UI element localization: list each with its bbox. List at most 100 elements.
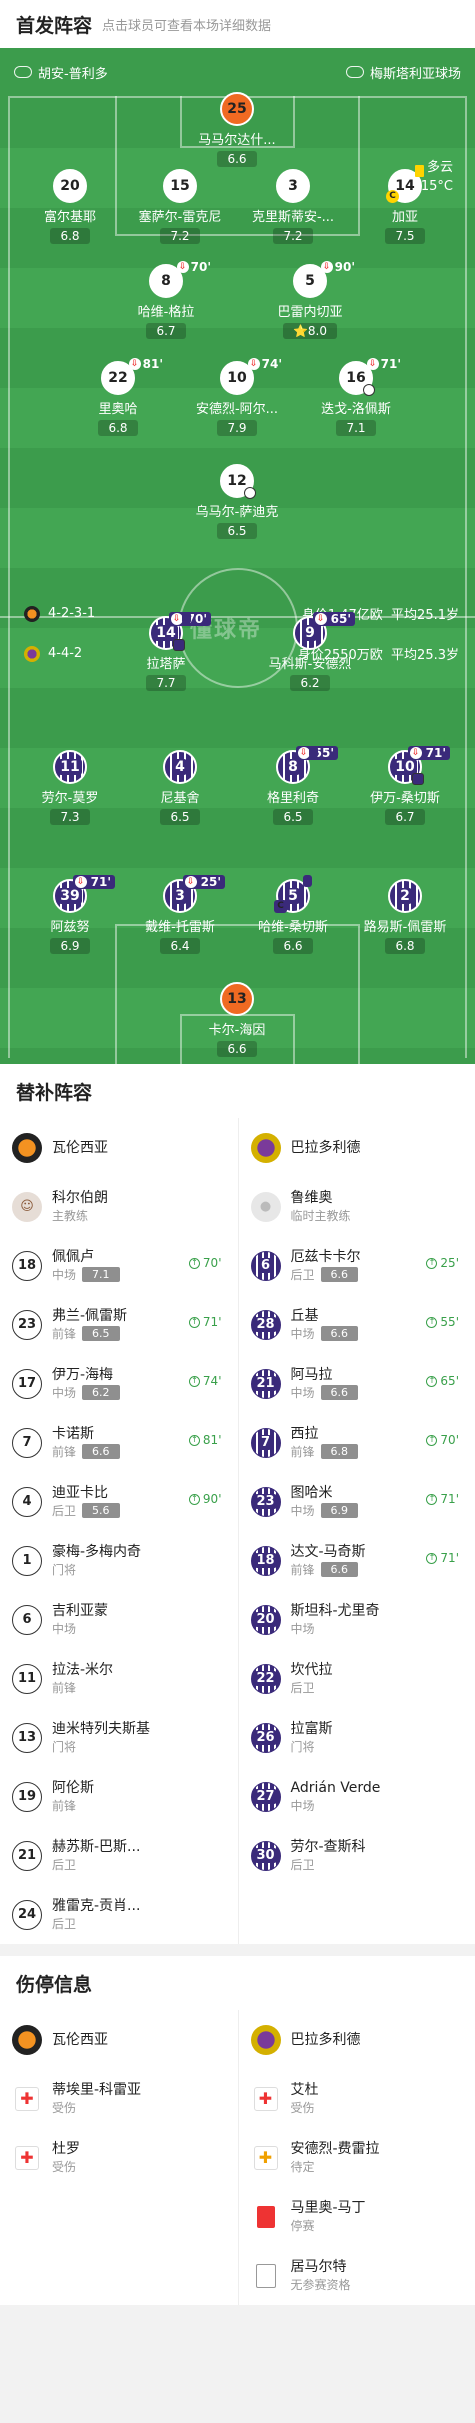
home-coach[interactable]: ☺ 科尔伯朗 主教练 xyxy=(12,1177,226,1236)
sub-on-icon: ↑ xyxy=(426,1552,438,1564)
home-player[interactable]: 3 克里斯蒂安-... 7.2 xyxy=(241,169,345,244)
home-player[interactable]: 16 ⇩ 71' 迭戈-洛佩斯 7.1 xyxy=(304,357,408,436)
sub-on-icon: ↑ xyxy=(188,1493,200,1505)
player-rating: 6.6 xyxy=(320,1326,359,1341)
yellow-card-icon xyxy=(303,875,312,887)
away-coach[interactable]: ● 鲁维奥 临时主教练 xyxy=(250,1177,464,1236)
player-number: 20 xyxy=(53,169,87,203)
player-number: 22 xyxy=(250,1663,281,1694)
pitch: 胡安-普利多 梅斯塔利亚球场 多云 15°C 懂球帝 4-2-3-1 身价1.4… xyxy=(0,48,475,1064)
home-player[interactable]: 22 ⇩ 81' 里奥哈 6.8 xyxy=(66,357,170,436)
sub-player-row[interactable]: 20 斯坦科-尤里奇 中场 xyxy=(250,1590,464,1649)
player-number: 6 xyxy=(250,1250,281,1281)
injury-row[interactable]: ✚ 艾杜 受伤 xyxy=(251,2069,464,2128)
player-rating: 6.6 xyxy=(320,1562,359,1577)
sub-player-row[interactable]: 13 迪米特列夫斯基 门将 xyxy=(12,1708,226,1767)
player-name: 富尔基耶 xyxy=(43,210,96,225)
sub-player-row[interactable]: 17 伊万-海梅 中场 6.2 ↑ 74' xyxy=(12,1354,226,1413)
player-name: Adrián Verde xyxy=(290,1779,381,1796)
sub-player-row[interactable]: 21 阿马拉 中场 6.6 ↑ 65' xyxy=(250,1354,464,1413)
away-player[interactable]: 8 ⇩ 55' 格里利奇 6.5 xyxy=(241,746,345,825)
player-rating: 6.6 xyxy=(273,938,313,954)
page-subtitle: 点击球员可查看本场详细数据 xyxy=(102,18,272,34)
injury-status: 受伤 xyxy=(52,2159,77,2174)
player-name: 路易斯-佩雷斯 xyxy=(363,920,447,935)
home-player[interactable]: 25 马马尔达什... 6.6 xyxy=(185,92,289,167)
player-name: 安德烈-阿尔... xyxy=(195,402,279,417)
player-name: 丘基 xyxy=(290,1307,319,1324)
sub-player-row[interactable]: 1 豪梅-多梅内奇 门将 xyxy=(12,1531,226,1590)
sub-player-row[interactable]: 19 阿伦斯 前锋 xyxy=(12,1767,226,1826)
red-card-icon xyxy=(256,2205,275,2228)
player-position: 后卫 xyxy=(290,1267,315,1282)
injury-status: 受伤 xyxy=(52,2100,77,2115)
player-name: 塞萨尔-雷克尼 xyxy=(138,210,222,225)
player-rating: 6.8 xyxy=(50,228,90,244)
injury-row[interactable]: ✚ 杜罗 受伤 xyxy=(12,2128,226,2187)
sub-player-row[interactable]: 18 达文-马奇斯 前锋 6.6 ↑ 71' xyxy=(250,1531,464,1590)
away-player[interactable]: 3 ⇩ 25' 戴维-托雷斯 6.4 xyxy=(128,875,232,954)
player-name: 加亚 xyxy=(391,210,418,225)
sub-player-row[interactable]: 30 劳尔-查斯科 后卫 xyxy=(250,1826,464,1885)
player-name: 吉利亚蒙 xyxy=(52,1602,108,1619)
sub-player-row[interactable]: 11 拉法-米尔 前锋 xyxy=(12,1649,226,1708)
away-player[interactable]: 14 ⇩ 70' 拉塔萨 7.7 xyxy=(114,612,218,691)
away-player[interactable]: 13 卡尔-海因 6.6 xyxy=(185,982,289,1057)
away-player[interactable]: 39 ⇩ 71' 阿兹努 6.9 xyxy=(18,875,122,954)
player-name: 巴雷内切亚 xyxy=(277,305,343,320)
away-player[interactable]: 10 ⇩ 71' 伊万-桑切斯 6.7 xyxy=(353,746,457,825)
away-player[interactable]: 5 C 哈维-桑切斯 6.6 xyxy=(241,875,345,954)
sub-on-indicator: ↑ 71' xyxy=(188,1315,222,1329)
player-position: 前锋 xyxy=(52,1444,77,1459)
injuries-away-team: 巴拉多利德 xyxy=(250,2010,464,2069)
player-number: 13 xyxy=(220,982,254,1016)
injury-row[interactable]: ✚ 蒂埃里-科雷亚 受伤 xyxy=(12,2069,226,2128)
injury-row[interactable]: 居马尔特 无参赛资格 xyxy=(251,2246,464,2305)
sub-off-icon: ⇩ 81' xyxy=(128,357,163,371)
away-player[interactable]: 2 路易斯-佩雷斯 6.8 xyxy=(353,879,457,954)
away-player[interactable]: 4 尼基舍 6.5 xyxy=(128,750,232,825)
sub-player-row[interactable]: 27 Adrián Verde 中场 xyxy=(250,1767,464,1826)
sub-player-row[interactable]: 6 吉利亚蒙 中场 xyxy=(12,1590,226,1649)
sub-player-row[interactable]: 7 卡诺斯 前锋 6.6 ↑ 81' xyxy=(12,1413,226,1472)
sub-player-row[interactable]: 26 拉富斯 门将 xyxy=(250,1708,464,1767)
sub-player-row[interactable]: 18 佩佩卢 中场 7.1 ↑ 70' xyxy=(12,1236,226,1295)
player-name: 拉富斯 xyxy=(290,1720,333,1737)
player-rating: 6.5 xyxy=(160,809,200,825)
player-position: 中场 xyxy=(52,1621,77,1636)
injury-row[interactable]: 马里奥-马丁 停赛 xyxy=(251,2187,464,2246)
goal-ball-icon xyxy=(244,487,256,499)
player-name: 乌马尔-萨迪克 xyxy=(195,505,279,520)
injuries-home-team: 瓦伦西亚 xyxy=(12,2010,226,2069)
sub-player-row[interactable]: 7 西拉 前锋 6.8 ↑ 70' xyxy=(250,1413,464,1472)
sub-player-row[interactable]: 28 丘基 中场 6.6 ↑ 55' xyxy=(250,1295,464,1354)
player-number: 12 xyxy=(220,464,256,499)
sub-on-indicator: ↑ 74' xyxy=(188,1374,222,1388)
player-name: 赫苏斯-巴斯... xyxy=(52,1838,141,1855)
home-player[interactable]: 5 ⇩ 90' 巴雷内切亚 ⭐8.0 xyxy=(258,260,362,339)
home-player[interactable]: 12 乌马尔-萨迪克 6.5 xyxy=(185,464,289,539)
player-name: 图哈米 xyxy=(290,1484,333,1501)
player-position: 中场 xyxy=(290,1798,315,1813)
player-rating: 5.6 xyxy=(82,1503,120,1518)
home-player[interactable]: 8 ⇩ 70' 哈维-格拉 6.7 xyxy=(114,260,218,339)
injury-row[interactable]: ✚ 安德烈-费雷拉 待定 xyxy=(251,2128,464,2187)
sub-player-row[interactable]: 24 雅雷克-贡肖... 后卫 xyxy=(12,1885,226,1944)
home-player[interactable]: 20 富尔基耶 6.8 xyxy=(18,169,122,244)
away-player[interactable]: 9 ⇩ 65' 马科斯-安德烈 6.2 xyxy=(258,612,362,691)
sub-player-row[interactable]: 23 弗兰-佩雷斯 前锋 6.5 ↑ 71' xyxy=(12,1295,226,1354)
player-name: 克里斯蒂安-... xyxy=(251,210,335,225)
home-player[interactable]: 14 C 加亚 7.5 xyxy=(353,165,457,244)
sub-player-row[interactable]: 22 坎代拉 后卫 xyxy=(250,1649,464,1708)
sub-player-row[interactable]: 21 赫苏斯-巴斯... 后卫 xyxy=(12,1826,226,1885)
sub-player-row[interactable]: 4 迪亚卡比 后卫 5.6 ↑ 90' xyxy=(12,1472,226,1531)
sub-on-icon: ↑ xyxy=(426,1316,438,1328)
player-name: 艾杜 xyxy=(290,2081,319,2098)
page-title: 首发阵容 xyxy=(16,14,93,37)
home-player[interactable]: 15 塞萨尔-雷克尼 7.2 xyxy=(128,169,232,244)
player-rating: 7.1 xyxy=(82,1267,120,1282)
home-player[interactable]: 10 ⇩ 74' 安德烈-阿尔... 7.9 xyxy=(185,357,289,436)
sub-player-row[interactable]: 6 厄兹卡卡尔 后卫 6.6 ↑ 25' xyxy=(250,1236,464,1295)
away-player[interactable]: 11 劳尔-莫罗 7.3 xyxy=(18,750,122,825)
sub-player-row[interactable]: 23 图哈米 中场 6.9 ↑ 71' xyxy=(250,1472,464,1531)
